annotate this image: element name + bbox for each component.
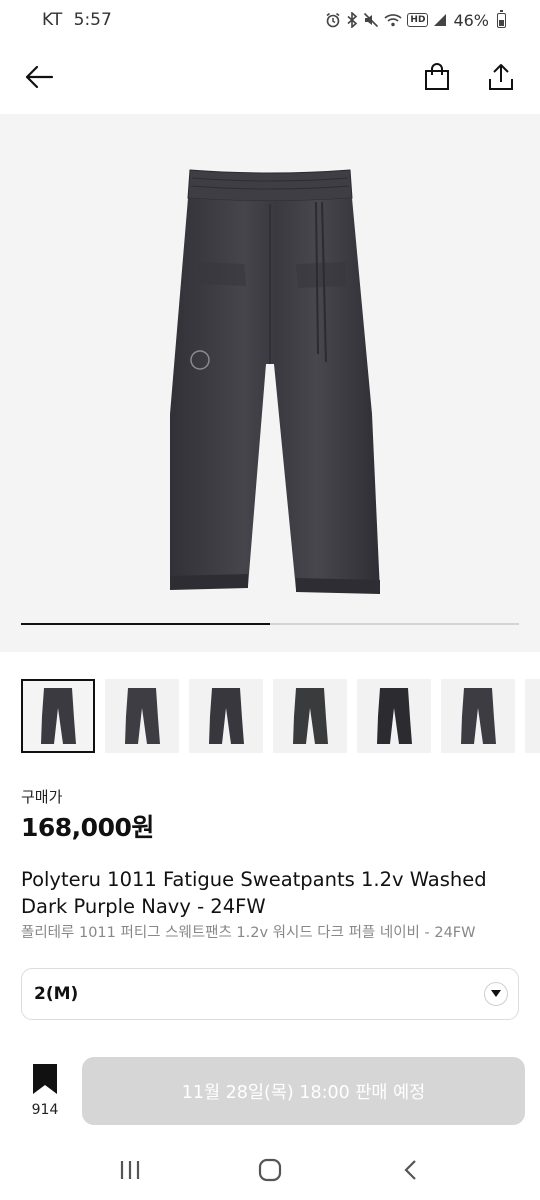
thumbnail-5[interactable] — [357, 679, 431, 753]
carousel-progress-track — [21, 623, 519, 625]
price-label: 구매가 — [21, 788, 63, 806]
hd-voice-icon: HD — [407, 13, 429, 27]
size-select-value: 2(M) — [34, 984, 79, 1004]
wifi-icon — [384, 12, 402, 28]
thumbnail-1[interactable] — [21, 679, 95, 753]
system-nav-bar — [0, 1140, 540, 1200]
thumbnail-pants-image — [293, 688, 328, 744]
price-value: 168,000원 — [21, 813, 154, 842]
thumbnail-4[interactable] — [273, 679, 347, 753]
product-title-ko: 폴리테루 1011 퍼티그 스웨트팬츠 1.2v 워시드 다크 퍼플 네이비 -… — [21, 925, 476, 941]
bluetooth-icon — [346, 12, 358, 28]
thumbnail-pants-image — [377, 688, 412, 744]
home-button[interactable] — [240, 1145, 300, 1195]
home-icon — [258, 1158, 282, 1182]
carrier-label: KT — [42, 10, 63, 30]
bookmark-button[interactable]: 914 — [22, 1064, 68, 1118]
share-icon — [489, 64, 513, 90]
thumbnail-2[interactable] — [105, 679, 179, 753]
signal-icon — [433, 13, 447, 27]
thumbnail-pants-image — [125, 688, 160, 744]
system-back-button[interactable] — [380, 1145, 440, 1195]
thumbnail-3[interactable] — [189, 679, 263, 753]
product-photo-pants — [170, 169, 380, 594]
status-bar: KT 5:57 HD 46% — [0, 0, 540, 40]
bookmark-count: 914 — [31, 1102, 59, 1118]
share-button[interactable] — [484, 60, 518, 94]
status-right: HD 46% — [325, 9, 506, 30]
product-image-carousel[interactable] — [0, 114, 540, 652]
battery-icon — [497, 9, 506, 28]
chevron-down-icon — [484, 982, 508, 1006]
thumbnail-7[interactable] — [525, 679, 540, 753]
mute-icon — [363, 12, 379, 28]
back-button[interactable] — [22, 60, 56, 94]
thumbnail-pants-image — [209, 688, 244, 744]
thumbnail-pants-image — [41, 688, 76, 744]
cart-button[interactable] — [420, 60, 454, 94]
recent-apps-icon — [120, 1161, 140, 1179]
status-icons: HD — [325, 12, 447, 28]
carousel-progress-fill — [21, 623, 270, 625]
top-app-bar — [0, 44, 540, 110]
alarm-icon — [325, 12, 341, 28]
status-left: KT 5:57 — [42, 10, 112, 30]
thumbnail-strip[interactable] — [21, 679, 540, 753]
back-arrow-icon — [25, 65, 54, 89]
chevron-left-icon — [404, 1160, 416, 1180]
battery-percent: 46% — [453, 10, 489, 30]
recent-apps-button[interactable] — [100, 1145, 160, 1195]
product-title-en: Polyteru 1011 Fatigue Sweatpants 1.2v Wa… — [21, 868, 487, 918]
release-schedule-button[interactable]: 11월 28일(목) 18:00 판매 예정 — [82, 1057, 525, 1125]
shopping-bag-icon — [425, 63, 449, 90]
size-select[interactable]: 2(M) — [21, 968, 519, 1020]
clock: 5:57 — [73, 10, 112, 30]
top-actions — [420, 60, 518, 94]
thumbnail-6[interactable] — [441, 679, 515, 753]
bookmark-icon — [33, 1064, 57, 1094]
thumbnail-pants-image — [461, 688, 496, 744]
